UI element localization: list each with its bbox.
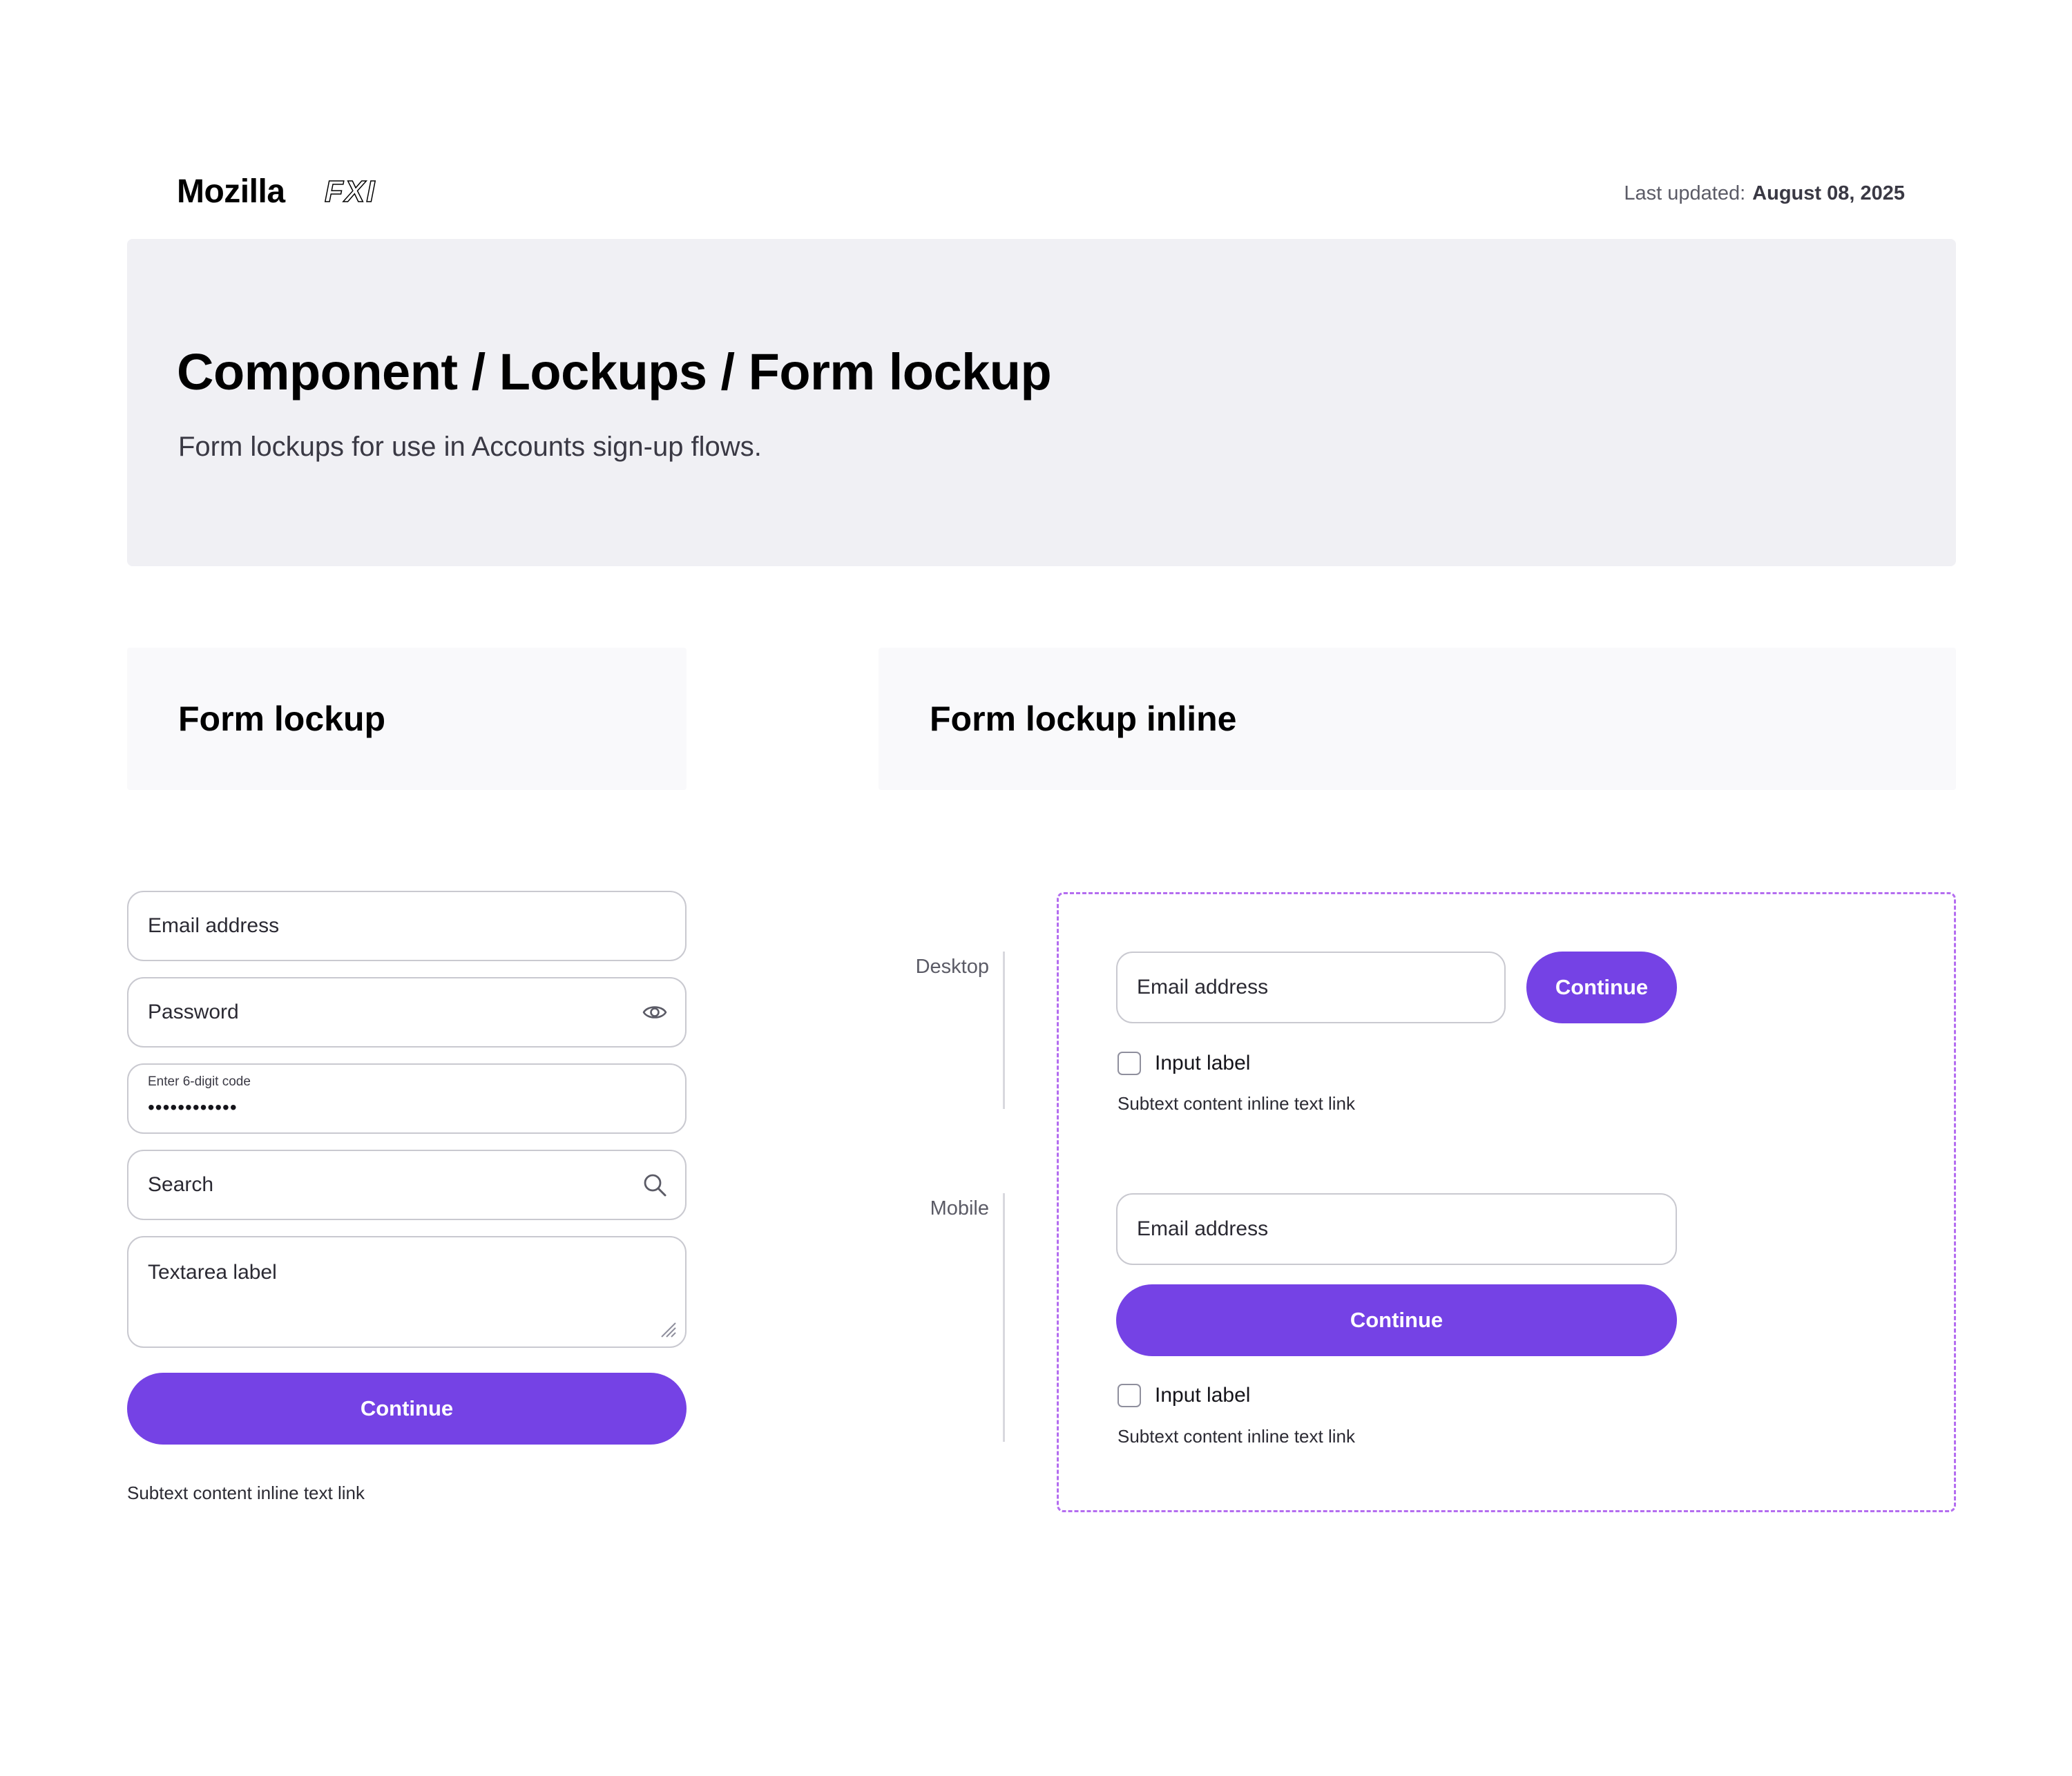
code-field-label: Enter 6-digit code <box>148 1074 251 1089</box>
mobile-continue-button[interactable]: Continue <box>1116 1284 1677 1356</box>
email-field[interactable]: Email address <box>127 891 687 961</box>
desktop-email-field[interactable]: Email address <box>1116 952 1506 1023</box>
last-updated-label: Last updated: <box>1624 182 1746 204</box>
desktop-subtext[interactable]: Subtext content inline text link <box>1117 1092 1355 1114</box>
last-updated-date: August 08, 2025 <box>1752 182 1905 204</box>
code-field-value: •••••••••••• <box>148 1097 238 1118</box>
desktop-checkbox-label[interactable]: Input label <box>1155 1051 1250 1076</box>
textarea-label: Textarea label <box>148 1261 277 1284</box>
search-icon[interactable] <box>641 1171 669 1199</box>
mozilla-logo: Mozilla <box>177 173 285 210</box>
email-field-label: Email address <box>148 914 280 937</box>
mobile-variant-label: Mobile <box>930 1197 989 1219</box>
desktop-checkbox[interactable] <box>1117 1052 1141 1075</box>
page-subtitle: Form lockups for use in Accounts sign-up… <box>178 432 762 462</box>
form-lockup-subtext[interactable]: Subtext content inline text link <box>127 1482 365 1504</box>
desktop-email-label: Email address <box>1137 976 1269 998</box>
mobile-checkbox-label[interactable]: Input label <box>1155 1383 1250 1408</box>
mobile-email-field[interactable]: Email address <box>1116 1193 1677 1265</box>
mobile-divider <box>1003 1193 1005 1442</box>
continue-button[interactable]: Continue <box>127 1373 687 1445</box>
mobile-subtext[interactable]: Subtext content inline text link <box>1117 1425 1355 1447</box>
search-input[interactable]: Search <box>127 1150 687 1220</box>
page-title: Component / Lockups / Form lockup <box>177 343 1052 400</box>
search-input-label: Search <box>148 1173 214 1196</box>
password-field[interactable]: Password <box>127 977 687 1048</box>
resize-handle-icon[interactable] <box>659 1320 677 1338</box>
form-lockup-title: Form lockup <box>178 699 386 738</box>
verification-code-field[interactable]: Enter 6-digit code •••••••••••• <box>127 1063 687 1134</box>
mobile-checkbox[interactable] <box>1117 1384 1141 1407</box>
desktop-continue-button[interactable]: Continue <box>1526 952 1677 1023</box>
password-field-label: Password <box>148 1001 239 1023</box>
mobile-email-label: Email address <box>1137 1217 1269 1240</box>
fxi-logo: FXI <box>324 174 376 209</box>
last-updated: Last updated: August 08, 2025 <box>1624 181 1905 206</box>
desktop-variant-label: Desktop <box>915 956 989 978</box>
textarea-field[interactable]: Textarea label <box>127 1236 687 1348</box>
form-lockup-inline-title: Form lockup inline <box>930 699 1237 738</box>
desktop-divider <box>1003 952 1005 1109</box>
eye-icon[interactable] <box>641 998 669 1026</box>
